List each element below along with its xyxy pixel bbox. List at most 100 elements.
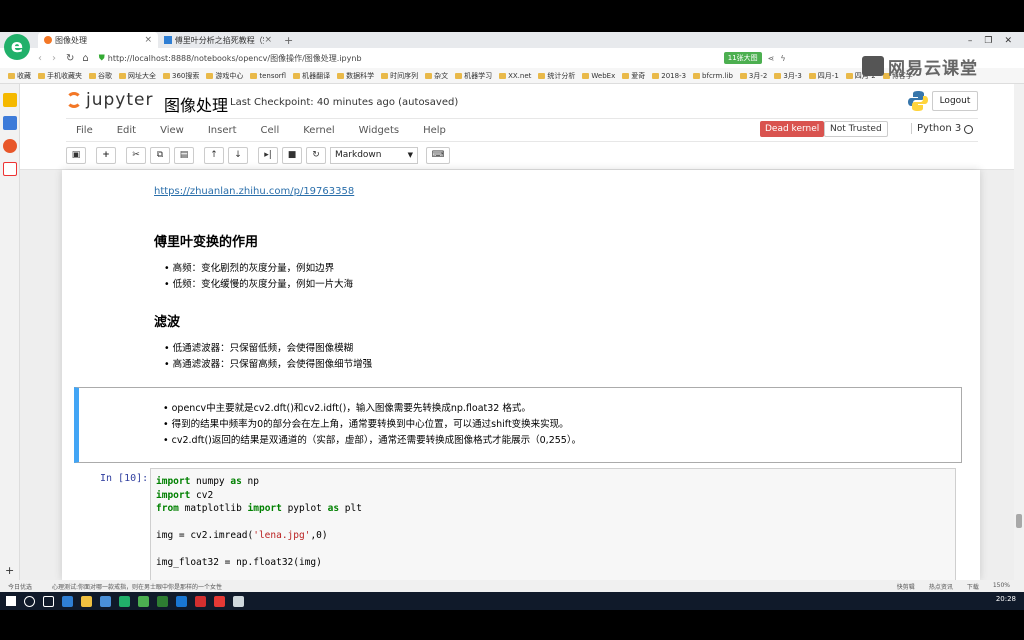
browser-360-icon[interactable]: [119, 595, 130, 607]
copy-icon[interactable]: ⧉: [150, 146, 170, 164]
jupyter-logo-icon[interactable]: [66, 92, 82, 108]
bookmark-item[interactable]: tensorfl: [250, 72, 286, 80]
save-icon[interactable]: ▣: [66, 146, 86, 164]
page-scrollbar[interactable]: [1014, 84, 1024, 580]
stop-icon[interactable]: ■: [282, 146, 302, 164]
add-icon[interactable]: +: [5, 564, 14, 577]
cell-prompt: In [10]:: [100, 473, 149, 484]
not-trusted-button[interactable]: Not Trusted: [824, 121, 888, 137]
code-cell-input[interactable]: import numpy as np import cv2 from matpl…: [150, 468, 956, 580]
reference-link[interactable]: https://zhuanlan.zhihu.com/p/19763358: [154, 186, 354, 197]
scrollbar-thumb[interactable]: [1016, 514, 1022, 528]
jupyter-logo-text[interactable]: jupyter: [86, 90, 153, 110]
menu-file[interactable]: File: [76, 125, 93, 136]
edge-icon[interactable]: [62, 595, 73, 607]
menu-view[interactable]: View: [160, 125, 184, 136]
bookmark-item[interactable]: 爱奇: [622, 71, 645, 81]
keyboard-icon[interactable]: ⌨: [426, 146, 450, 164]
move-down-icon[interactable]: ↓: [228, 146, 248, 164]
app-icon[interactable]: [157, 595, 168, 607]
weibo-icon[interactable]: [3, 139, 17, 153]
windows-start-icon[interactable]: [6, 596, 16, 606]
bookmark-item[interactable]: WebEx: [582, 72, 615, 80]
app-icon[interactable]: [214, 595, 225, 607]
task-view-icon[interactable]: [43, 595, 54, 607]
bookmark-item[interactable]: 收藏: [8, 71, 31, 81]
close-icon[interactable]: ×: [144, 35, 152, 45]
status-item[interactable]: 下载: [967, 582, 979, 591]
restart-icon[interactable]: ↻: [306, 146, 326, 164]
app-icon[interactable]: [176, 595, 187, 607]
bookmark-item[interactable]: 四月-1: [808, 71, 839, 81]
notebook-title[interactable]: 图像处理: [164, 92, 228, 116]
bookmark-item[interactable]: 2018-3: [652, 72, 686, 80]
close-icon[interactable]: ×: [264, 35, 272, 45]
logout-button[interactable]: Logout: [932, 91, 978, 111]
bookmark-item[interactable]: 机器翻译: [293, 71, 330, 81]
bookmark-item[interactable]: 游戏中心: [206, 71, 243, 81]
tab-image-processing[interactable]: 图像处理 ×: [38, 32, 158, 48]
menu-help[interactable]: Help: [423, 125, 446, 136]
bookmark-item[interactable]: 3月-3: [774, 71, 802, 81]
browser-logo-icon[interactable]: e: [4, 34, 30, 60]
cell-type-value: Markdown: [335, 149, 382, 160]
list-item: 得到的结果中频率为0的部分会在左上角，通常要转换到中心位置，可以通过shift变…: [163, 416, 569, 430]
bookmark-item[interactable]: 统计分析: [538, 71, 575, 81]
forward-icon[interactable]: ›: [52, 53, 56, 64]
close-window-icon[interactable]: ✕: [1004, 36, 1012, 46]
selected-markdown-cell[interactable]: opencv中主要就是cv2.dft()和cv2.idft()，输入图像需要先转…: [74, 387, 962, 463]
lightning-icon[interactable]: ϟ: [780, 54, 785, 63]
notes-icon[interactable]: [3, 116, 17, 130]
bookmark-item[interactable]: 谷歌: [89, 71, 112, 81]
menu-cell[interactable]: Cell: [261, 125, 280, 136]
move-up-icon[interactable]: ↑: [204, 146, 224, 164]
app-icon[interactable]: [195, 595, 206, 607]
restore-icon[interactable]: ❐: [984, 36, 992, 46]
bookmark-item[interactable]: 机器学习: [455, 71, 492, 81]
url-field[interactable]: http://localhost:8888/notebooks/opencv/图…: [108, 53, 708, 64]
explorer-icon[interactable]: [81, 595, 92, 607]
home-icon[interactable]: ⌂: [82, 53, 88, 64]
status-item[interactable]: 150%: [993, 582, 1010, 591]
run-icon[interactable]: ▸|: [258, 146, 278, 164]
menu-edit[interactable]: Edit: [117, 125, 136, 136]
bookmark-item[interactable]: XX.net: [499, 72, 531, 80]
share-icon[interactable]: ⋖: [768, 54, 775, 63]
minimize-icon[interactable]: –: [968, 36, 973, 46]
status-news[interactable]: 心理测试:你面对哪一款戒指，则在男士眼中你是那样的一个女性: [52, 582, 222, 591]
target-icon[interactable]: [3, 162, 17, 176]
bookmark-item[interactable]: 数据科学: [337, 71, 374, 81]
bookmark-item[interactable]: 360搜索: [163, 71, 199, 81]
menu-insert[interactable]: Insert: [208, 125, 237, 136]
status-left[interactable]: 今日优选: [8, 582, 32, 591]
reload-icon[interactable]: ↻: [66, 53, 74, 64]
status-item[interactable]: 热点资讯: [929, 582, 953, 591]
app-icon[interactable]: [100, 595, 111, 607]
bookmark-label: 网址大全: [128, 71, 156, 80]
bookmark-label: 谷歌: [98, 71, 112, 80]
bookmark-item[interactable]: 手机收藏夹: [38, 71, 82, 81]
list-item: 高频：变化剧烈的灰度分量，例如边界: [164, 260, 335, 274]
bookmark-item[interactable]: 杂文: [425, 71, 448, 81]
dead-kernel-indicator[interactable]: Dead kernel: [760, 121, 825, 137]
insert-cell-icon[interactable]: +: [96, 146, 116, 164]
bookmark-label: 机器翻译: [302, 71, 331, 80]
status-item[interactable]: 快剪辑: [897, 582, 915, 591]
new-tab-button[interactable]: +: [278, 32, 294, 48]
paste-icon[interactable]: ▤: [174, 146, 194, 164]
bookmark-item[interactable]: 时间序列: [381, 71, 418, 81]
search-icon[interactable]: [24, 595, 35, 607]
bookmark-item[interactable]: 网址大全: [119, 71, 156, 81]
app-icon[interactable]: [233, 595, 244, 607]
bookmark-item[interactable]: bfcrm.lib: [693, 72, 733, 80]
menu-kernel[interactable]: Kernel: [303, 125, 334, 136]
cut-icon[interactable]: ✂: [126, 146, 146, 164]
cell-type-select[interactable]: Markdown ▼: [330, 146, 418, 164]
back-icon[interactable]: ‹: [38, 53, 42, 64]
ad-badge[interactable]: 11张大图: [723, 52, 762, 64]
app-icon[interactable]: [138, 595, 149, 607]
tab-fourier[interactable]: 傅里叶分析之掐死教程（完整版 ×: [158, 32, 278, 48]
menu-widgets[interactable]: Widgets: [359, 125, 399, 136]
bookmark-item[interactable]: 3月-2: [739, 71, 767, 81]
favorites-star-icon[interactable]: [3, 93, 17, 107]
